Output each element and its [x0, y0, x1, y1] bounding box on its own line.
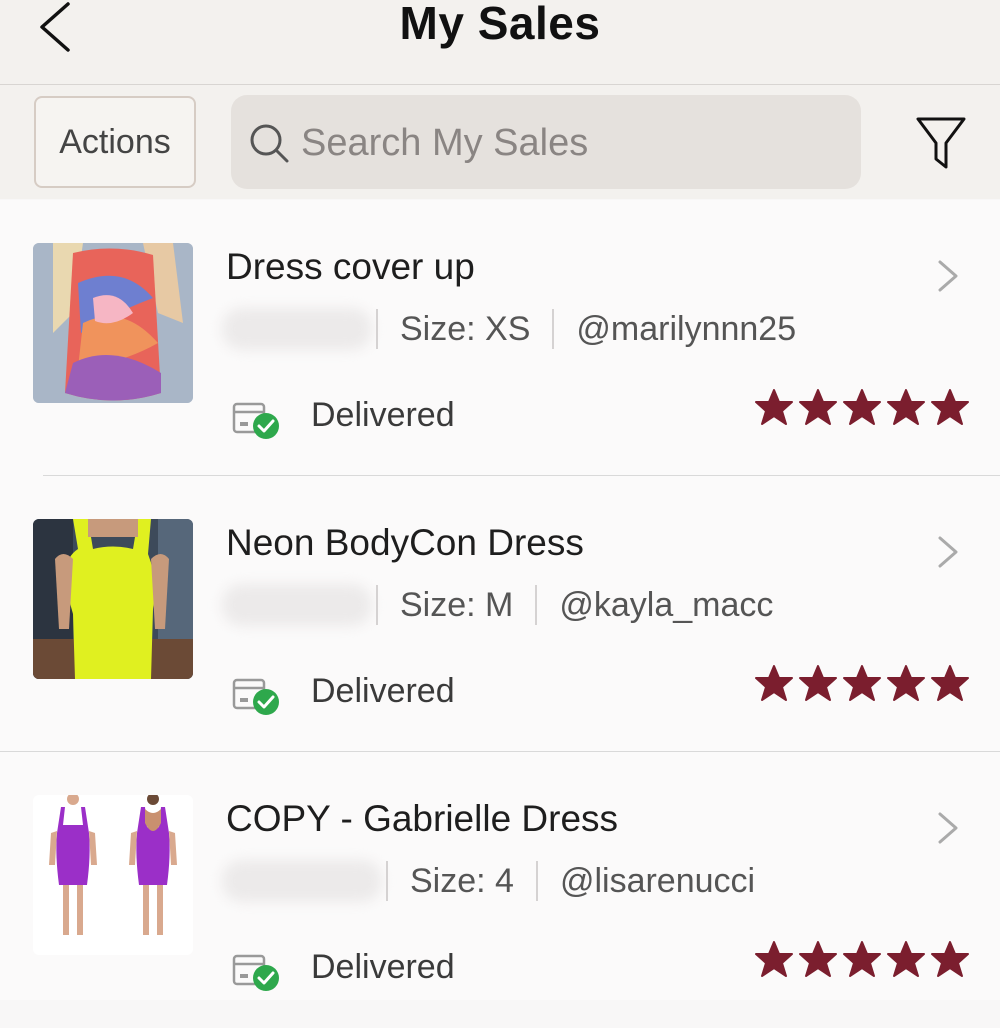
sale-item[interactable]: COPY - Gabrielle Dress Size: 4 @lisarenu…: [0, 752, 1000, 1028]
star-icon: [931, 665, 969, 701]
buyer-username[interactable]: @marilynnn25: [576, 310, 796, 349]
star-icon: [843, 389, 881, 425]
meta-divider: [552, 309, 555, 349]
item-title: Dress cover up: [226, 246, 475, 287]
toolbar: Actions: [0, 85, 1000, 199]
rating-stars: [754, 940, 970, 978]
star-icon: [755, 389, 793, 425]
star-icon: [887, 389, 925, 425]
item-size: Size: M: [400, 585, 514, 624]
price-redacted: [222, 860, 382, 902]
star-icon: [931, 941, 969, 977]
buyer-username[interactable]: @lisarenucci: [560, 862, 755, 901]
star-icon: [799, 665, 837, 701]
page-title: My Sales: [399, 0, 601, 49]
product-thumbnail: [33, 519, 193, 679]
item-title: COPY - Gabrielle Dress: [226, 798, 619, 839]
star-icon: [887, 941, 925, 977]
meta-divider: [376, 585, 378, 625]
delivered-package-icon: [232, 954, 279, 991]
rating-stars: [754, 664, 970, 702]
star-icon: [843, 941, 881, 977]
search-input[interactable]: [299, 113, 843, 173]
top-bar: My Sales: [0, 0, 1000, 85]
rating-stars: [754, 388, 970, 426]
price-redacted: [222, 308, 372, 350]
item-size: Size: 4: [410, 861, 514, 900]
filter-button[interactable]: [915, 115, 967, 173]
star-icon: [799, 941, 837, 977]
filter-icon: [916, 117, 966, 169]
item-size: Size: XS: [400, 309, 531, 348]
meta-divider: [535, 861, 538, 901]
meta-divider: [376, 309, 378, 349]
search-box[interactable]: [231, 95, 861, 189]
chevron-right-icon: [938, 812, 958, 844]
star-icon: [755, 665, 793, 701]
meta-divider: [386, 861, 388, 901]
item-meta: Size: M @kayla_macc: [376, 582, 773, 628]
sale-item[interactable]: Dress cover up Size: XS @marilynnn25 Del…: [0, 200, 1000, 476]
meta-divider: [535, 585, 538, 625]
chevron-right-icon: [938, 536, 958, 568]
chevron-right-icon: [938, 260, 958, 292]
status-label: Delivered: [311, 948, 455, 986]
sale-item[interactable]: Neon BodyCon Dress Size: M @kayla_macc D…: [0, 476, 1000, 752]
product-thumbnail: [33, 243, 193, 403]
delivered-package-icon: [232, 678, 279, 715]
status-label: Delivered: [311, 672, 455, 710]
star-icon: [843, 665, 881, 701]
star-icon: [887, 665, 925, 701]
search-icon: [250, 124, 289, 163]
product-thumbnail: [33, 795, 193, 955]
item-meta: Size: 4 @lisarenucci: [386, 858, 755, 904]
item-meta: Size: XS @marilynnn25: [376, 306, 796, 352]
sales-list: Dress cover up Size: XS @marilynnn25 Del…: [0, 200, 1000, 1000]
star-icon: [755, 941, 793, 977]
item-title: Neon BodyCon Dress: [226, 522, 584, 563]
status-label: Delivered: [311, 396, 455, 434]
buyer-username[interactable]: @kayla_macc: [559, 586, 773, 625]
price-redacted: [222, 584, 372, 626]
actions-button[interactable]: Actions: [34, 96, 196, 188]
star-icon: [799, 389, 837, 425]
star-icon: [931, 389, 969, 425]
delivered-package-icon: [232, 402, 279, 439]
